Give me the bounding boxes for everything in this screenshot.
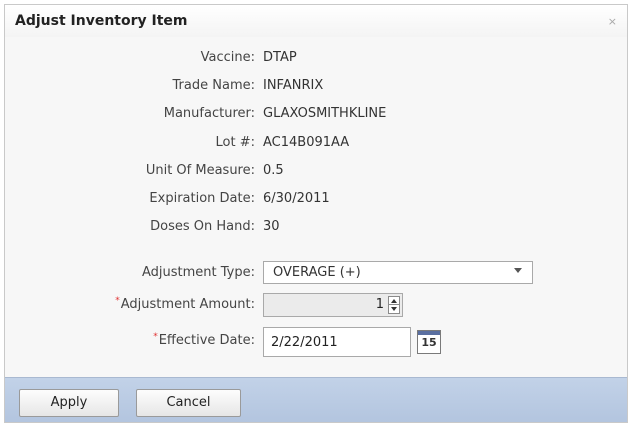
manufacturer-value: GLAXOSMITHKLINE	[263, 106, 387, 121]
trade-name-value: INFANRIX	[263, 78, 324, 93]
spinner-divider	[389, 304, 399, 305]
dialog-title: Adjust Inventory Item	[15, 13, 188, 29]
chevron-down-icon[interactable]	[514, 268, 522, 273]
unit-of-measure-value: 0.5	[263, 163, 284, 178]
calendar-icon[interactable]: 15	[417, 330, 441, 354]
spin-down-arrow-icon[interactable]	[391, 307, 397, 311]
effective-date-value: 2/22/2011	[271, 335, 338, 350]
expiration-date-value: 6/30/2011	[263, 191, 330, 206]
dialog-footer: Apply Cancel	[5, 377, 627, 422]
detail-row-doses-on-hand: Doses On Hand: 30	[5, 219, 627, 239]
detail-row-trade-name: Trade Name: INFANRIX	[5, 78, 627, 98]
effective-date-label-text: Effective Date:	[158, 333, 255, 348]
detail-row-lot: Lot #: AC14B091AA	[5, 135, 627, 155]
spin-up-arrow-icon[interactable]	[391, 299, 397, 303]
required-marker: *	[153, 332, 158, 342]
lot-value: AC14B091AA	[263, 135, 350, 150]
calendar-header-bar	[418, 331, 440, 335]
adjustment-amount-value: 1	[375, 297, 384, 312]
dialog-titlebar[interactable]: Adjust Inventory Item ×	[5, 5, 627, 37]
effective-date-input[interactable]: 2/22/2011	[263, 327, 411, 357]
detail-row-expiration-date: Expiration Date: 6/30/2011	[5, 191, 627, 211]
cancel-button[interactable]: Cancel	[136, 389, 241, 417]
dialog-body: Vaccine: DTAP Trade Name: INFANRIX Manuf…	[5, 37, 627, 377]
calendar-day-number: 15	[421, 336, 437, 349]
adjustment-amount-row: *Adjustment Amount: 1	[5, 293, 627, 317]
adjustment-type-row: Adjustment Type: OVERAGE (+)	[5, 261, 627, 285]
close-icon[interactable]: ×	[608, 15, 617, 28]
detail-row-vaccine: Vaccine: DTAP	[5, 50, 627, 70]
adjustment-type-select[interactable]: OVERAGE (+)	[263, 261, 533, 284]
apply-button[interactable]: Apply	[19, 389, 119, 417]
adjustment-amount-label: *Adjustment Amount:	[115, 296, 255, 312]
detail-row-manufacturer: Manufacturer: GLAXOSMITHKLINE	[5, 106, 627, 126]
adjustment-type-label: Adjustment Type:	[141, 265, 255, 280]
adjustment-amount-input[interactable]: 1	[263, 293, 403, 317]
lot-label: Lot #:	[215, 135, 255, 150]
trade-name-label: Trade Name:	[172, 78, 255, 93]
adjust-inventory-dialog: Adjust Inventory Item × Vaccine: DTAP Tr…	[4, 4, 628, 423]
adjustment-amount-label-text: Adjustment Amount:	[120, 297, 255, 312]
manufacturer-label: Manufacturer:	[163, 106, 255, 121]
doses-on-hand-value: 30	[263, 219, 280, 234]
required-marker: *	[115, 296, 120, 306]
spinner-icon[interactable]	[388, 296, 400, 314]
doses-on-hand-label: Doses On Hand:	[150, 219, 255, 234]
unit-of-measure-label: Unit Of Measure:	[145, 163, 255, 178]
effective-date-row: *Effective Date: 2/22/2011 15	[5, 327, 627, 357]
vaccine-value: DTAP	[263, 50, 297, 65]
vaccine-label: Vaccine:	[200, 50, 255, 65]
adjustment-type-selected: OVERAGE (+)	[273, 265, 361, 280]
detail-row-unit-of-measure: Unit Of Measure: 0.5	[5, 163, 627, 183]
expiration-date-label: Expiration Date:	[149, 191, 255, 206]
effective-date-label: *Effective Date:	[153, 332, 255, 348]
